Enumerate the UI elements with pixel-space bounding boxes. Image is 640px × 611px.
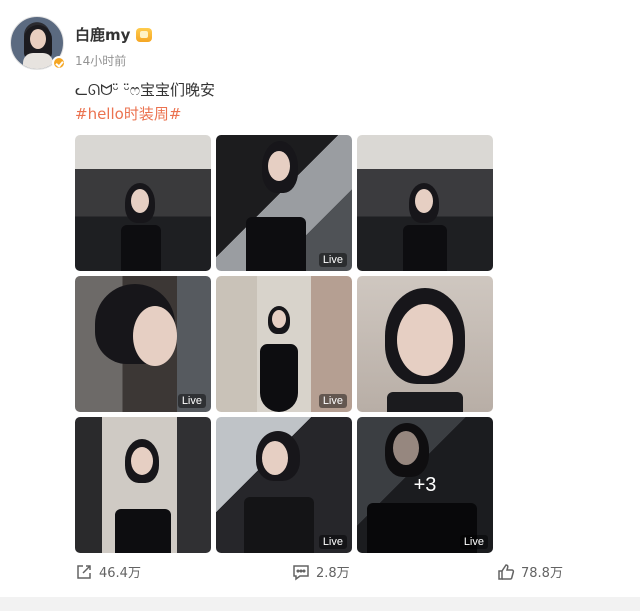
photo-4[interactable]: Live (75, 276, 211, 412)
thumbs-up-icon (497, 563, 515, 581)
like-button[interactable]: 78.8万 (497, 562, 563, 581)
image-grid: Live Live Live Live +3 Live (75, 135, 493, 555)
more-images-overlay[interactable]: +3 (357, 417, 493, 553)
photo-3[interactable] (357, 135, 493, 271)
member-crown-icon[interactable] (136, 27, 153, 42)
action-bar: 46.4万 2.8万 78.8万 (0, 562, 640, 592)
photo-7[interactable] (75, 417, 211, 553)
repost-icon (75, 563, 93, 581)
comment-count: 2.8万 (316, 566, 350, 581)
name-row: 白鹿my (75, 24, 153, 45)
live-badge: Live (318, 253, 347, 267)
verified-check-icon (52, 56, 66, 70)
live-badge: Live (318, 535, 347, 549)
hashtag-link[interactable]: #hello时装周# (75, 103, 181, 124)
comment-icon (292, 563, 310, 581)
live-badge: Live (459, 535, 488, 549)
photo-5[interactable]: Live (216, 276, 352, 412)
weibo-post: 白鹿my 14小时前 ᓚᘏᗢᵕ̈ ᵕ̈ෆ宝宝们晚安 #hello时装周# Liv… (0, 0, 640, 611)
like-count: 78.8万 (521, 566, 563, 581)
live-badge: Live (318, 394, 347, 408)
photo-6[interactable] (357, 276, 493, 412)
live-badge: Live (177, 394, 206, 408)
bottom-divider (0, 597, 640, 611)
repost-count: 46.4万 (99, 566, 141, 581)
photo-9[interactable]: +3 Live (357, 417, 493, 553)
photo-1[interactable] (75, 135, 211, 271)
photo-8[interactable]: Live (216, 417, 352, 553)
photo-2[interactable]: Live (216, 135, 352, 271)
post-text: ᓚᘏᗢᵕ̈ ᵕ̈ෆ宝宝们晚安 (75, 81, 216, 99)
comment-button[interactable]: 2.8万 (292, 562, 350, 581)
username[interactable]: 白鹿my (75, 24, 130, 45)
repost-button[interactable]: 46.4万 (75, 562, 141, 581)
post-timestamp[interactable]: 14小时前 (75, 52, 126, 69)
